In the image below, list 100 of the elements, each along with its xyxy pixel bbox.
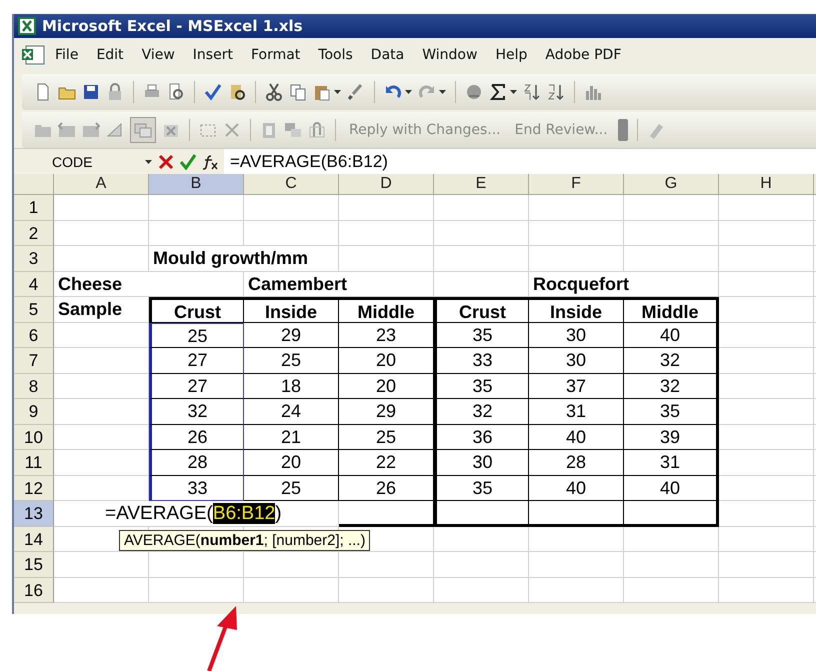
table-cell[interactable]: Crust bbox=[149, 297, 244, 322]
row-header[interactable]: 9 bbox=[14, 399, 54, 424]
row-header[interactable]: 14 bbox=[14, 526, 54, 552]
lock-icon[interactable] bbox=[106, 83, 124, 101]
dropdown-icon[interactable] bbox=[439, 90, 446, 94]
table-cell[interactable]: 18 bbox=[244, 374, 339, 399]
dropdown-icon[interactable] bbox=[145, 160, 152, 164]
table-cell[interactable]: 27 bbox=[149, 348, 244, 374]
shape-icon[interactable] bbox=[106, 121, 124, 139]
windows-icon[interactable] bbox=[284, 121, 302, 139]
table-cell[interactable]: 24 bbox=[244, 399, 339, 424]
row-header[interactable]: 15 bbox=[14, 552, 54, 578]
table-cell[interactable]: 37 bbox=[529, 374, 624, 399]
table-cell[interactable]: 36 bbox=[434, 424, 529, 450]
table-cell[interactable]: Sample bbox=[54, 297, 149, 322]
sigma-icon[interactable] bbox=[489, 83, 507, 101]
select-all-corner[interactable] bbox=[14, 174, 54, 195]
menu-item[interactable]: Help bbox=[486, 43, 536, 67]
menu-item[interactable]: Data bbox=[362, 43, 414, 67]
dropdown-icon[interactable] bbox=[510, 90, 517, 94]
table-cell[interactable]: 28 bbox=[529, 450, 624, 476]
attachment-icon[interactable] bbox=[308, 121, 326, 139]
table-cell[interactable]: 32 bbox=[624, 348, 719, 374]
table-cell[interactable]: 33 bbox=[434, 348, 529, 374]
table-cell[interactable]: Camembert bbox=[244, 272, 434, 297]
sort-ascending-icon[interactable] bbox=[523, 83, 541, 101]
menu-item[interactable]: View bbox=[132, 43, 184, 67]
table-cell[interactable]: 32 bbox=[434, 399, 529, 424]
save-icon[interactable] bbox=[82, 83, 100, 101]
table-cell[interactable]: 31 bbox=[529, 399, 624, 424]
table-cell[interactable]: Mould growth/mm bbox=[149, 246, 339, 272]
bar-chart-icon[interactable] bbox=[584, 83, 602, 101]
column-header[interactable]: H bbox=[719, 174, 814, 195]
row-header[interactable]: 2 bbox=[14, 220, 54, 246]
table-cell[interactable]: 25 bbox=[244, 348, 339, 374]
undo-icon[interactable] bbox=[384, 83, 402, 101]
table-cell[interactable]: 20 bbox=[339, 348, 434, 374]
menu-item[interactable]: Edit bbox=[87, 43, 133, 67]
table-cell[interactable]: Rocquefort bbox=[529, 272, 719, 297]
row-header[interactable]: 4 bbox=[14, 272, 54, 297]
table-cell[interactable]: 23 bbox=[339, 322, 434, 348]
menu-item[interactable]: Insert bbox=[184, 43, 242, 67]
table-cell[interactable]: 28 bbox=[149, 450, 244, 476]
clipboard-icon[interactable] bbox=[260, 121, 278, 139]
table-cell[interactable]: 32 bbox=[149, 399, 244, 424]
formula-field[interactable]: =AVERAGE(B6:B12) bbox=[224, 152, 388, 172]
forward-folder-icon[interactable] bbox=[82, 121, 100, 139]
column-header[interactable]: C bbox=[244, 174, 339, 195]
table-cell[interactable]: 27 bbox=[149, 374, 244, 399]
brush-icon[interactable] bbox=[347, 83, 365, 101]
table-cell[interactable]: 22 bbox=[339, 450, 434, 476]
column-header[interactable]: G bbox=[624, 174, 719, 195]
table-cell[interactable]: Inside bbox=[244, 297, 339, 322]
print-preview-icon[interactable] bbox=[167, 83, 185, 101]
menu-item[interactable]: Window bbox=[413, 43, 486, 67]
table-cell[interactable]: 29 bbox=[339, 399, 434, 424]
cell-editor[interactable]: =AVERAGE(B6:B12) bbox=[54, 501, 339, 526]
table-cell[interactable]: Inside bbox=[529, 297, 624, 322]
row-header[interactable]: 7 bbox=[14, 348, 54, 374]
table-cell[interactable]: 25 bbox=[149, 322, 244, 348]
table-cell[interactable]: 20 bbox=[339, 374, 434, 399]
table-cell[interactable]: 30 bbox=[529, 348, 624, 374]
table-cell[interactable]: 26 bbox=[339, 476, 434, 501]
table-cell[interactable]: 20 bbox=[244, 450, 339, 476]
row-header[interactable]: 6 bbox=[14, 322, 54, 348]
table-cell[interactable]: 39 bbox=[624, 424, 719, 450]
column-header[interactable]: D bbox=[339, 174, 434, 195]
table-cell[interactable] bbox=[339, 501, 434, 526]
delete-shape-icon[interactable] bbox=[223, 121, 241, 139]
cancel-icon[interactable] bbox=[158, 154, 174, 170]
table-cell[interactable]: Middle bbox=[339, 297, 434, 322]
table-cell[interactable]: 31 bbox=[624, 450, 719, 476]
table-cell[interactable]: 35 bbox=[434, 476, 529, 501]
toolbar-options-handle[interactable] bbox=[618, 119, 628, 141]
table-cell[interactable] bbox=[434, 501, 529, 526]
scissors-icon[interactable] bbox=[265, 83, 283, 101]
table-cell[interactable]: Middle bbox=[624, 297, 719, 322]
spelling-check-icon[interactable] bbox=[204, 83, 222, 101]
function-icon[interactable] bbox=[202, 154, 218, 170]
dropdown-icon[interactable] bbox=[334, 90, 341, 94]
spreadsheet-icon[interactable] bbox=[20, 44, 46, 66]
row-header[interactable]: 8 bbox=[14, 374, 54, 399]
table-cell[interactable]: 25 bbox=[244, 476, 339, 501]
row-header[interactable]: 11 bbox=[14, 450, 54, 476]
table-cell[interactable]: 26 bbox=[149, 424, 244, 450]
row-header[interactable]: 1 bbox=[14, 195, 54, 220]
row-header[interactable]: 13 bbox=[14, 501, 54, 526]
table-cell[interactable]: Crust bbox=[434, 297, 529, 322]
column-header[interactable]: F bbox=[529, 174, 624, 195]
table-cell[interactable]: 40 bbox=[529, 424, 624, 450]
table-cell[interactable]: 35 bbox=[434, 374, 529, 399]
table-cell[interactable]: 40 bbox=[529, 476, 624, 501]
menu-item[interactable]: Tools bbox=[309, 43, 362, 67]
table-cell[interactable]: 30 bbox=[529, 322, 624, 348]
menu-item[interactable]: Format bbox=[242, 43, 310, 67]
column-header[interactable]: A bbox=[54, 174, 149, 195]
menu-item[interactable]: Adobe PDF bbox=[536, 43, 630, 67]
row-header[interactable]: 5 bbox=[14, 297, 54, 322]
table-cell[interactable]: 40 bbox=[624, 476, 719, 501]
table-cell[interactable]: 35 bbox=[434, 322, 529, 348]
